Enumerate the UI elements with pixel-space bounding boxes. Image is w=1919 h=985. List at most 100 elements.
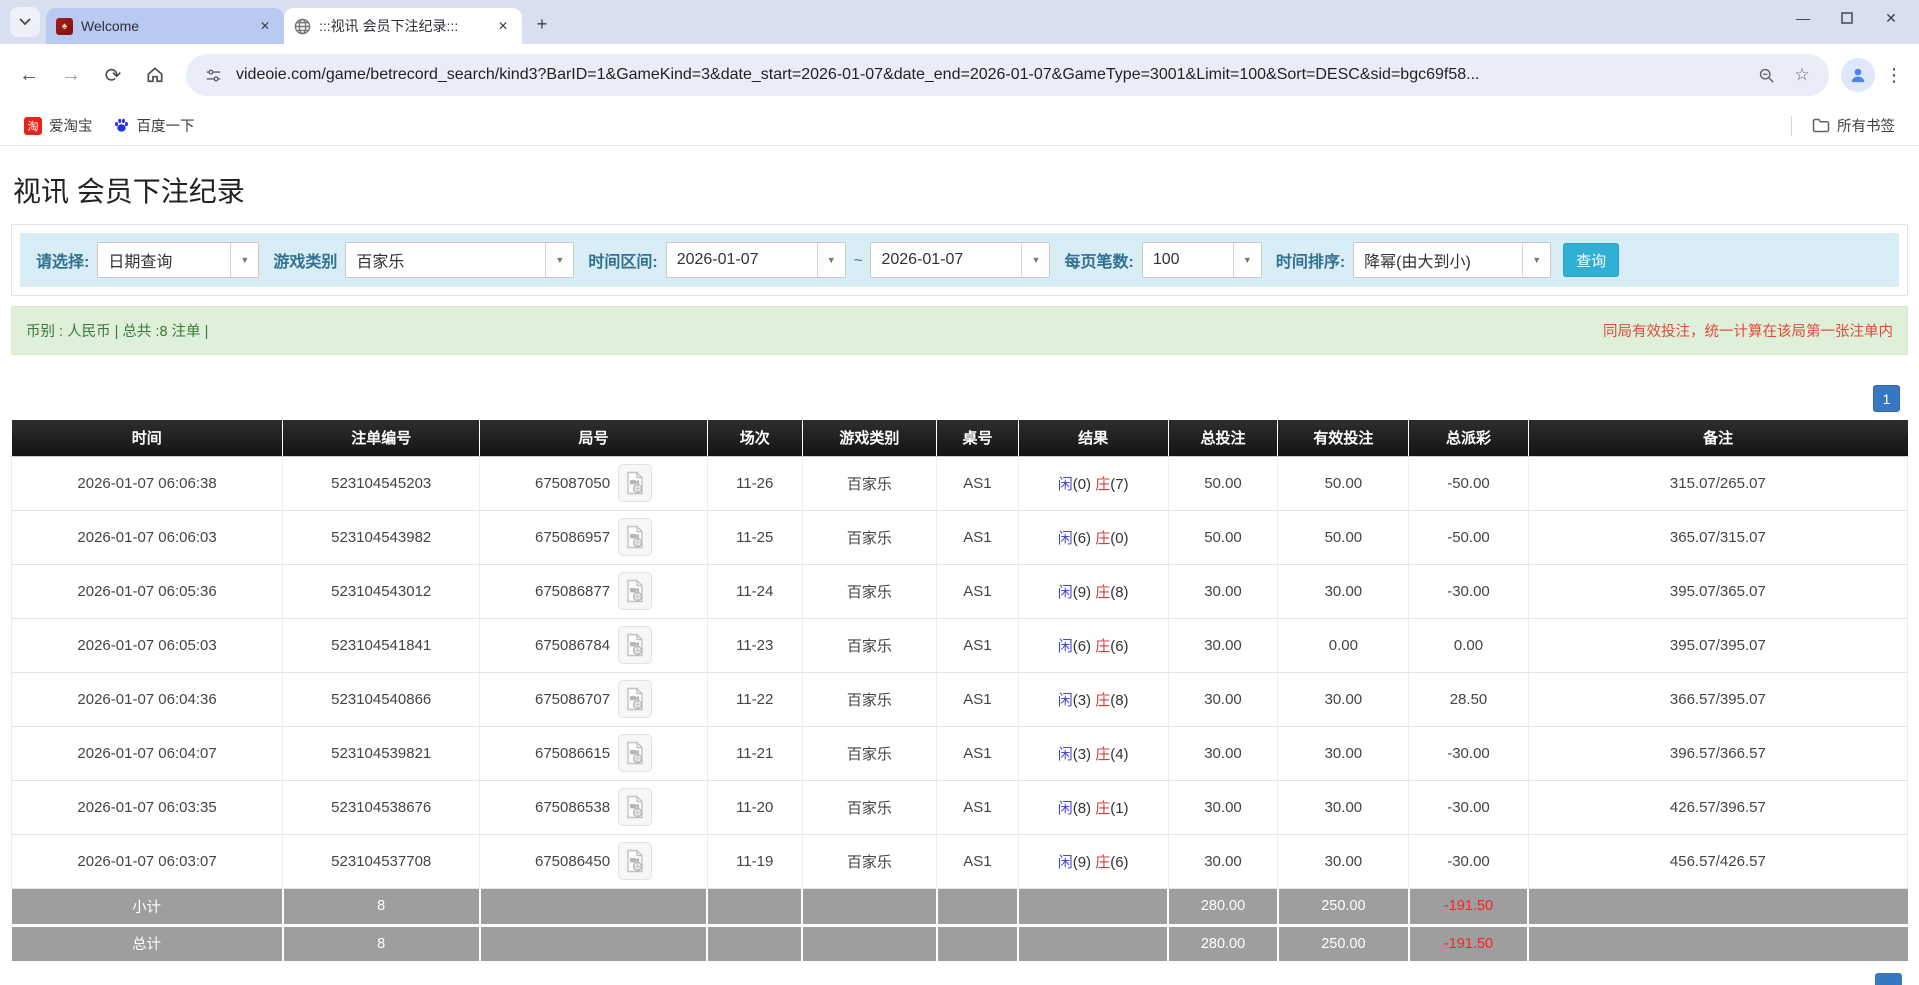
tab-title: :::视讯 会员下注纪录:::: [319, 16, 486, 36]
bookmarks-bar: 淘 爱淘宝 百度一下 所有书签: [0, 106, 1919, 146]
tab-bet-record[interactable]: :::视讯 会员下注纪录::: ✕: [284, 8, 522, 44]
total-bet-cell[interactable]: 50.00: [1168, 510, 1278, 564]
tab-close-icon[interactable]: ✕: [494, 17, 512, 35]
bet-number-cell: 523104540866: [283, 672, 480, 726]
bookmark-aitaobao[interactable]: 淘 爱淘宝: [14, 110, 103, 141]
new-tab-button[interactable]: +: [528, 10, 556, 38]
video-replay-button[interactable]: [618, 734, 652, 772]
player-result-label: 闲: [1058, 584, 1073, 601]
profile-avatar[interactable]: [1841, 58, 1875, 92]
all-bookmarks-label: 所有书签: [1837, 115, 1895, 136]
date-end-input[interactable]: 2026-01-07 ▼: [870, 242, 1050, 278]
all-bookmarks-button[interactable]: 所有书签: [1802, 110, 1905, 141]
video-replay-button[interactable]: [618, 518, 652, 556]
time-cell: 2026-01-07 06:03:35: [12, 780, 283, 834]
round-number-cell: 675086877: [480, 564, 708, 618]
table-header: 时间注单编号局号场次游戏类别桌号结果总投注有效投注总派彩备注: [12, 420, 1908, 456]
chevron-down-icon[interactable]: ▼: [1021, 243, 1049, 277]
payout-cell: -30.00: [1409, 834, 1528, 888]
date-start-input[interactable]: 2026-01-07 ▼: [666, 242, 846, 278]
chevron-down-icon[interactable]: ▼: [1522, 243, 1550, 277]
url-text[interactable]: videoie.com/game/betrecord_search/kind3?…: [236, 66, 1743, 84]
query-mode-select[interactable]: 日期查询 ▼: [97, 242, 259, 278]
search-button[interactable]: 查询: [1563, 243, 1619, 277]
total-bet-cell[interactable]: 30.00: [1168, 726, 1278, 780]
back-button[interactable]: ←: [10, 56, 48, 94]
maximize-button[interactable]: [1825, 2, 1869, 34]
summary-value-cell: 250.00: [1278, 888, 1409, 925]
column-header: 桌号: [937, 420, 1019, 456]
session-cell: 11-20: [707, 780, 802, 834]
payout-cell: 28.50: [1409, 672, 1528, 726]
banker-result-label: 庄: [1095, 530, 1110, 547]
banker-result-value: (7): [1110, 476, 1128, 493]
video-replay-button[interactable]: [618, 788, 652, 826]
game-category-select[interactable]: 百家乐 ▼: [345, 242, 574, 278]
sort-select[interactable]: 降幂(由大到小) ▼: [1353, 242, 1551, 278]
video-replay-button[interactable]: [618, 680, 652, 718]
close-window-button[interactable]: ✕: [1869, 2, 1913, 34]
total-bet-cell[interactable]: 30.00: [1168, 780, 1278, 834]
select-mode-label: 请选择:: [36, 248, 89, 272]
banker-result-label: 庄: [1095, 584, 1110, 601]
total-bet-cell[interactable]: 30.00: [1168, 672, 1278, 726]
video-record-icon: [625, 471, 645, 495]
payout-cell: -50.00: [1409, 510, 1528, 564]
summary-value-cell: 8: [283, 925, 480, 962]
banker-result-value: (8): [1110, 584, 1128, 601]
bet-number-cell: 523104538676: [283, 780, 480, 834]
chevron-down-icon[interactable]: ▼: [230, 243, 258, 277]
page-1-button-bottom-partial[interactable]: [1875, 973, 1902, 985]
round-number: 675086707: [535, 691, 610, 708]
chevron-down-icon[interactable]: ▼: [545, 243, 573, 277]
payout-cell: 0.00: [1409, 618, 1528, 672]
valid-bet-cell: 50.00: [1278, 456, 1409, 510]
summary-value-cell: [1528, 925, 1907, 962]
valid-bet-notice-text: 同局有效投注，统一计算在该局第一张注单内: [1603, 320, 1893, 341]
table-number-cell: AS1: [937, 510, 1019, 564]
total-bet-cell[interactable]: 50.00: [1168, 456, 1278, 510]
forward-button[interactable]: →: [52, 56, 90, 94]
page-size-select[interactable]: 100 ▼: [1142, 242, 1262, 278]
bookmark-baidu[interactable]: 百度一下: [103, 110, 205, 141]
table-number-cell: AS1: [937, 564, 1019, 618]
chevron-down-icon[interactable]: ▼: [817, 243, 845, 277]
result-cell: 闲(9) 庄(8): [1018, 564, 1168, 618]
table-row: 2026-01-07 06:06:03 523104543982 6750869…: [12, 510, 1908, 564]
minimize-button[interactable]: —: [1781, 2, 1825, 34]
site-settings-icon[interactable]: [200, 62, 226, 88]
summary-value-cell: [1528, 888, 1907, 925]
browser-menu-button[interactable]: ⋮: [1879, 58, 1909, 92]
time-cell: 2026-01-07 06:04:36: [12, 672, 283, 726]
game-category-cell: 百家乐: [802, 456, 937, 510]
video-replay-button[interactable]: [618, 464, 652, 502]
remark-cell: 396.57/366.57: [1528, 726, 1907, 780]
bookmark-star-icon[interactable]: ☆: [1789, 62, 1815, 88]
page-1-button[interactable]: 1: [1873, 385, 1900, 412]
tab-search-button[interactable]: [10, 7, 40, 37]
tab-welcome[interactable]: Welcome ✕: [46, 8, 284, 44]
player-result-label: 闲: [1058, 692, 1073, 709]
welcome-tab-favicon: [56, 18, 73, 35]
home-button[interactable]: [136, 56, 174, 94]
total-bet-cell[interactable]: 30.00: [1168, 618, 1278, 672]
video-replay-button[interactable]: [618, 572, 652, 610]
reload-button[interactable]: ⟳: [94, 56, 132, 94]
player-result-value: (8): [1073, 800, 1096, 817]
banker-result-label: 庄: [1095, 692, 1110, 709]
total-bet-cell[interactable]: 30.00: [1168, 564, 1278, 618]
tab-close-icon[interactable]: ✕: [256, 17, 274, 35]
total-bet-cell[interactable]: 30.00: [1168, 834, 1278, 888]
banker-result-value: (6): [1110, 638, 1128, 655]
window-controls: — ✕: [1781, 0, 1913, 36]
chevron-down-icon[interactable]: ▼: [1233, 243, 1261, 277]
video-replay-button[interactable]: [618, 842, 652, 880]
bet-number-cell: 523104543982: [283, 510, 480, 564]
bet-records-table: 时间注单编号局号场次游戏类别桌号结果总投注有效投注总派彩备注 2026-01-0…: [11, 420, 1908, 964]
address-bar[interactable]: videoie.com/game/betrecord_search/kind3?…: [186, 54, 1829, 96]
zoom-level-icon[interactable]: [1753, 62, 1779, 88]
session-cell: 11-19: [707, 834, 802, 888]
session-cell: 11-21: [707, 726, 802, 780]
round-number-cell: 675086957: [480, 510, 708, 564]
video-replay-button[interactable]: [618, 626, 652, 664]
